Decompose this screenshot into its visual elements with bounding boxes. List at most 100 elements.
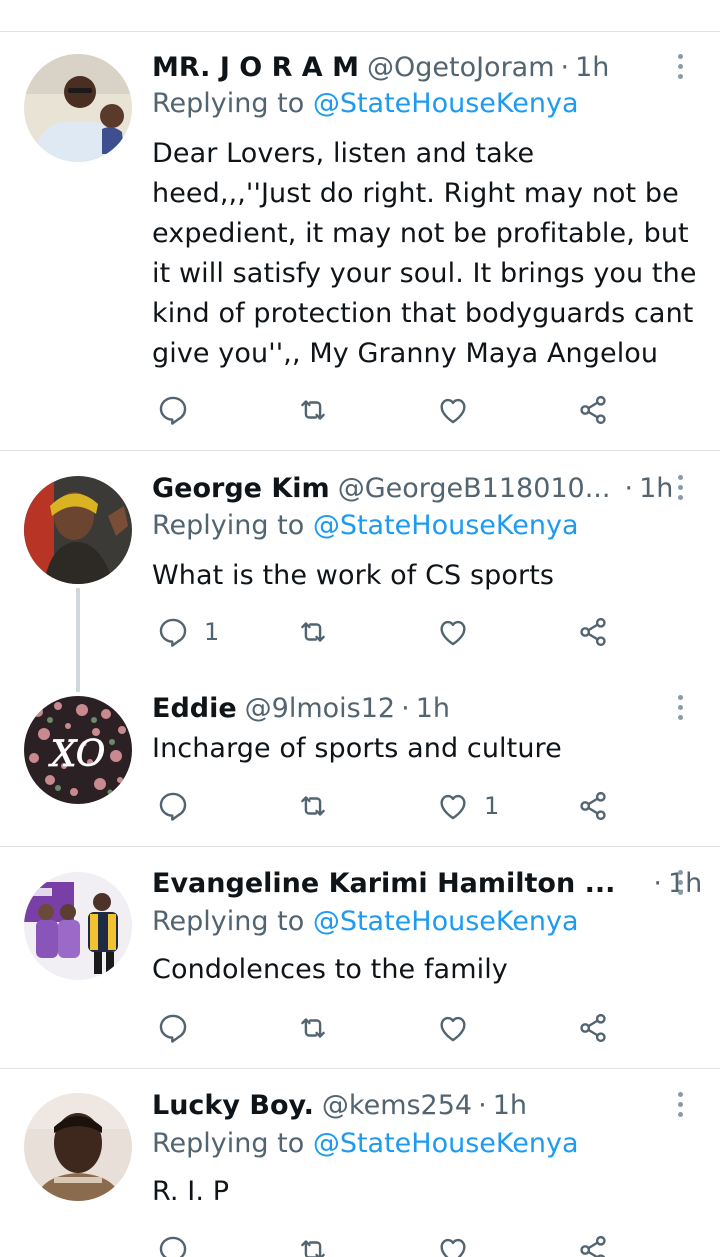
reply-button[interactable] bbox=[156, 784, 204, 828]
avatar[interactable] bbox=[24, 54, 132, 162]
mention-link[interactable]: @StateHouseKenya bbox=[313, 1128, 579, 1159]
display-name[interactable]: George Kim bbox=[152, 473, 330, 504]
mention-link[interactable]: @StateHouseKenya bbox=[313, 906, 579, 937]
reply-button[interactable] bbox=[156, 1006, 204, 1050]
more-vertical-icon[interactable] bbox=[664, 1086, 696, 1122]
timestamp[interactable]: 1h bbox=[416, 693, 450, 724]
like-count: 1 bbox=[484, 792, 500, 820]
retweet-button[interactable] bbox=[296, 610, 344, 654]
avatar[interactable] bbox=[24, 872, 132, 980]
display-name[interactable]: Evangeline Karimi Hamilton ... bbox=[152, 868, 615, 899]
share-button[interactable] bbox=[576, 1228, 610, 1257]
tweet-text: Incharge of sports and culture bbox=[152, 729, 697, 769]
tweet-actions: 1 bbox=[152, 784, 632, 828]
separator-dot: · bbox=[478, 1089, 487, 1121]
timestamp[interactable]: 1h bbox=[493, 1090, 527, 1121]
tweet-text-line: heed,,,''Just do right. Right may not be bbox=[152, 178, 679, 209]
reply-icon bbox=[159, 618, 187, 647]
svg-text:XO: XO bbox=[48, 734, 106, 775]
heart-icon bbox=[440, 1016, 466, 1042]
avatar[interactable] bbox=[24, 1093, 132, 1201]
tweet[interactable]: Lucky Boy. @kems254 · 1h Replying to @St… bbox=[0, 1068, 720, 1257]
retweet-icon bbox=[301, 796, 325, 816]
like-button[interactable] bbox=[436, 1006, 484, 1050]
reply-button[interactable] bbox=[156, 1228, 204, 1257]
retweet-button[interactable] bbox=[296, 388, 344, 432]
more-vertical-icon[interactable] bbox=[664, 864, 696, 900]
tweet-text-line: Condolences to the family bbox=[152, 954, 508, 985]
tweet-actions bbox=[152, 1228, 632, 1257]
tweet-text-line: Dear Lovers, listen and take bbox=[152, 138, 535, 169]
reply-count: 1 bbox=[204, 618, 220, 646]
more-vertical-icon[interactable] bbox=[664, 689, 696, 725]
share-icon bbox=[580, 1235, 606, 1257]
share-icon bbox=[580, 395, 606, 425]
avatar[interactable]: XO bbox=[24, 696, 132, 804]
avatar-photo bbox=[24, 476, 132, 584]
replying-to-label: Replying to bbox=[152, 906, 305, 937]
like-button[interactable] bbox=[436, 610, 484, 654]
share-icon bbox=[580, 791, 606, 821]
separator-dot: · bbox=[560, 51, 570, 83]
retweet-button[interactable] bbox=[296, 1006, 344, 1050]
tweet[interactable]: MR. J O R A M @OgetoJoram · 1h Replying … bbox=[0, 0, 720, 450]
tweet-text-line: it will satisfy your soul. It brings you… bbox=[152, 258, 697, 289]
separator-dot: · bbox=[624, 472, 634, 504]
display-name[interactable]: MR. J O R A M bbox=[152, 52, 359, 83]
reply-icon bbox=[159, 1236, 187, 1257]
share-icon bbox=[580, 1013, 606, 1043]
heart-icon bbox=[440, 794, 466, 820]
retweet-icon bbox=[301, 1240, 325, 1257]
more-vertical-icon[interactable] bbox=[664, 48, 696, 84]
heart-icon bbox=[440, 398, 466, 424]
user-handle[interactable]: @GeorgeB118010... bbox=[338, 473, 611, 504]
tweet-text: Condolences to the family bbox=[152, 950, 697, 990]
replying-to-label: Replying to bbox=[152, 510, 305, 541]
like-button[interactable] bbox=[436, 388, 484, 432]
avatar-photo bbox=[24, 872, 132, 980]
more-vertical-icon[interactable] bbox=[664, 469, 696, 505]
like-button[interactable]: 1 bbox=[436, 784, 499, 828]
display-name[interactable]: Lucky Boy. bbox=[152, 1090, 314, 1121]
user-handle[interactable]: @OgetoJoram bbox=[367, 52, 555, 83]
share-button[interactable] bbox=[576, 1006, 610, 1050]
timestamp[interactable]: 1h bbox=[575, 52, 609, 83]
share-icon bbox=[580, 617, 606, 647]
user-handle[interactable]: @kems254 bbox=[322, 1090, 472, 1121]
retweet-button[interactable] bbox=[296, 784, 344, 828]
user-handle[interactable]: @9lmois12 bbox=[245, 693, 395, 724]
tweet-text-line: kind of protection that bodyguards cant bbox=[152, 298, 694, 329]
replying-to: Replying to @StateHouseKenya bbox=[152, 510, 579, 541]
share-button[interactable] bbox=[576, 610, 610, 654]
separator-dot: · bbox=[401, 692, 410, 724]
tweet-text-line: R. I. P bbox=[152, 1176, 230, 1207]
replying-to: Replying to @StateHouseKenya bbox=[152, 88, 579, 119]
retweet-button[interactable] bbox=[296, 1228, 344, 1257]
tweet-text-line: expedient, it may not be profitable, but bbox=[152, 218, 689, 249]
replying-to-label: Replying to bbox=[152, 1128, 305, 1159]
separator-dot: · bbox=[653, 867, 662, 899]
replying-to: Replying to @StateHouseKenya bbox=[152, 906, 579, 937]
tweet-text: Dear Lovers, listen and take heed,,,''Ju… bbox=[152, 134, 697, 374]
heart-icon bbox=[440, 620, 466, 646]
mention-link[interactable]: @StateHouseKenya bbox=[313, 88, 579, 119]
tweet[interactable]: XO Eddie @9lmois12 · 1h Incharge of spor… bbox=[0, 670, 720, 846]
heart-icon bbox=[440, 1238, 466, 1257]
retweet-icon bbox=[301, 1018, 325, 1038]
mention-link[interactable]: @StateHouseKenya bbox=[313, 510, 579, 541]
tweet-actions bbox=[152, 1006, 632, 1050]
reply-button[interactable] bbox=[156, 388, 204, 432]
share-button[interactable] bbox=[576, 784, 610, 828]
reply-button[interactable]: 1 bbox=[156, 610, 219, 654]
reply-icon bbox=[159, 792, 187, 821]
replying-to-label: Replying to bbox=[152, 88, 305, 119]
like-button[interactable] bbox=[436, 1228, 484, 1257]
share-button[interactable] bbox=[576, 388, 610, 432]
tweet-text-line: give you'',, My Granny Maya Angelou bbox=[152, 338, 659, 369]
display-name[interactable]: Eddie bbox=[152, 693, 237, 724]
tweet[interactable]: George Kim @GeorgeB118010... · 1h Replyi… bbox=[0, 450, 720, 670]
tweet-text: R. I. P bbox=[152, 1172, 697, 1212]
avatar[interactable] bbox=[24, 476, 132, 584]
reply-icon bbox=[159, 396, 187, 425]
tweet[interactable]: Evangeline Karimi Hamilton ... · 1h Repl… bbox=[0, 846, 720, 1068]
